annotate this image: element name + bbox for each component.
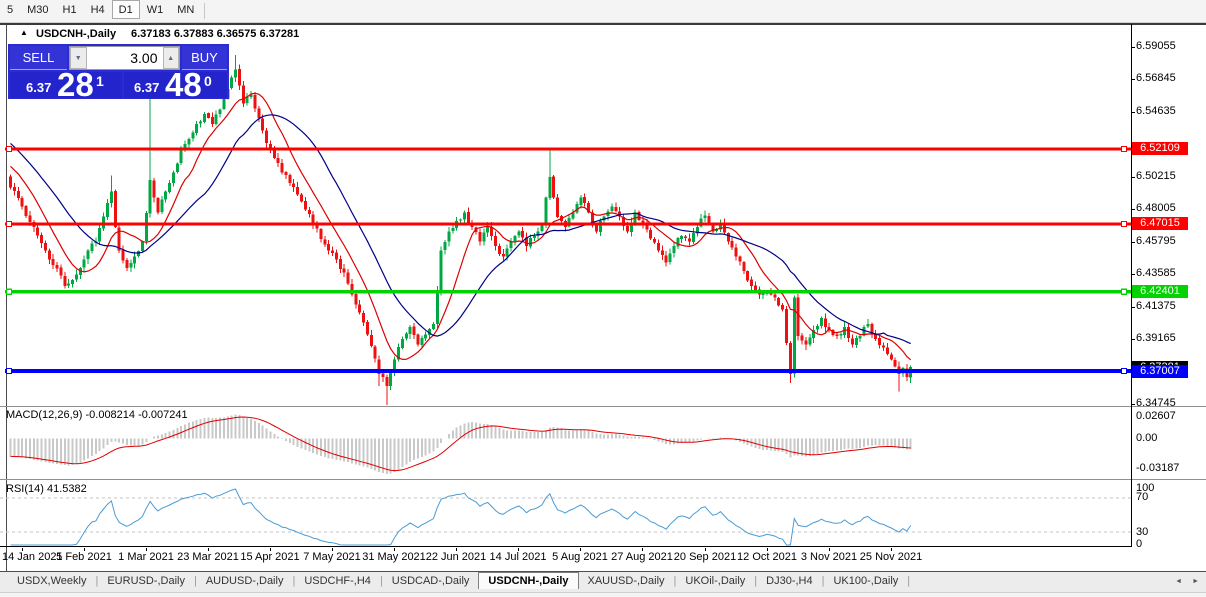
date-axis-label: 12 Oct 2021 [737, 551, 797, 563]
date-axis-label: 22 Jun 2021 [425, 551, 487, 563]
price-tick-label: 6.56845 [1136, 72, 1176, 84]
sell-price-prefix: 6.37 [26, 80, 52, 95]
date-axis-label: 14 Jul 2021 [489, 551, 547, 563]
chart-tab-audusddaily[interactable]: AUDUSD-,Daily [197, 572, 293, 589]
price-tick-mark [1131, 209, 1135, 210]
hline-price-label: 6.37007 [1132, 365, 1188, 378]
hline-price-label: 6.52109 [1132, 142, 1188, 155]
hline-price-label: 6.47015 [1132, 217, 1188, 230]
chart-tab-xauusddaily[interactable]: XAUUSD-,Daily [579, 572, 674, 589]
chart-tab-dj30h4[interactable]: DJ30-,H4 [757, 572, 821, 589]
hline-price-label: 6.42401 [1132, 285, 1188, 298]
timeframe-button-5[interactable]: 5 [0, 0, 20, 19]
chart-ohlc-values: 6.37183 6.37883 6.36575 6.37281 [131, 28, 300, 40]
tab-scroll-right-icon[interactable]: ► [1192, 578, 1199, 585]
sell-price-display[interactable]: 6.37 28 1 [10, 66, 122, 103]
price-tick-mark [1131, 339, 1135, 340]
chart-tab-usdcnhdaily[interactable]: USDCNH-,Daily [478, 572, 579, 589]
rsi-axis-label: 70 [1136, 491, 1149, 503]
timeframe-button-h4[interactable]: H4 [84, 0, 112, 19]
date-axis-label: 3 Nov 2021 [800, 551, 858, 563]
date-axis-label: 5 Feb 2021 [56, 551, 112, 563]
price-tick-label: 6.45795 [1136, 235, 1176, 247]
timeframe-toolbar: 5 M30 H1 H4 D1 W1 MN [0, 0, 1206, 23]
price-tick-label: 6.41375 [1136, 300, 1176, 312]
chart-tab-usdchfh4[interactable]: USDCHF-,H4 [295, 572, 380, 589]
tab-separator: | [907, 575, 911, 587]
chart-window-top-border [0, 23, 1206, 25]
chart-tab-ukoildaily[interactable]: UKOil-,Daily [676, 572, 754, 589]
sell-price-main: 28 [57, 66, 94, 103]
buy-price-prefix: 6.37 [134, 80, 160, 95]
timeframe-button-h1[interactable]: H1 [56, 0, 84, 19]
price-tick-mark [1131, 307, 1135, 308]
price-tick-label: 6.43585 [1136, 267, 1176, 279]
one-click-trading-panel: SELL ▼ ▲ BUY 6.37 28 1 6.37 48 0 [8, 44, 229, 103]
price-tick-mark [1131, 112, 1135, 113]
price-tick-mark [1131, 404, 1135, 405]
price-tick-mark [1131, 274, 1135, 275]
price-tick-label: 6.39165 [1136, 332, 1176, 344]
date-axis-label: 20 Sep 2021 [673, 551, 737, 563]
date-axis-label: 14 Jan 2021 [2, 551, 63, 563]
volume-input[interactable] [86, 47, 163, 69]
bottom-strip [0, 592, 1206, 597]
price-tick-mark [1131, 47, 1135, 48]
price-tick-mark [1131, 177, 1135, 178]
price-tick-label: 6.54635 [1136, 105, 1176, 117]
chart-tab-uk100daily[interactable]: UK100-,Daily [824, 572, 907, 589]
date-axis-label: 25 Nov 2021 [859, 551, 923, 563]
chart-tab-eurusddaily[interactable]: EURUSD-,Daily [98, 572, 194, 589]
macd-axis-label: 0.02607 [1136, 410, 1176, 422]
chart-symbol-title: USDCNH-,Daily [36, 28, 117, 40]
price-tick-label: 6.59055 [1136, 40, 1176, 52]
price-tick-mark [1131, 79, 1135, 80]
price-tick-mark [1131, 242, 1135, 243]
date-axis-label: 7 May 2021 [303, 551, 361, 563]
chart-tab-usdxweekly[interactable]: USDX,Weekly [8, 572, 95, 589]
rsi-label: RSI(14) 41.5382 [6, 483, 87, 495]
macd-label: MACD(12,26,9) -0.008214 -0.007241 [6, 409, 188, 421]
chart-title-row: ▲ USDCNH-,Daily 6.37183 6.37883 6.36575 … [0, 28, 1120, 42]
date-axis-label: 15 Apr 2021 [240, 551, 300, 563]
collapse-panel-icon[interactable]: ▲ [20, 28, 28, 37]
mt4-chart-window: 5 M30 H1 H4 D1 W1 MN ▲ USDCNH-,Daily 6.37183 6… [0, 0, 1206, 597]
rsi-axis-label: 0 [1136, 538, 1143, 550]
date-axis-label: 5 Aug 2021 [552, 551, 608, 563]
rsi-indicator-chart[interactable] [0, 480, 1131, 547]
chart-tab-usdcaddaily[interactable]: USDCAD-,Daily [383, 572, 479, 589]
buy-price-display[interactable]: 6.37 48 0 [124, 66, 227, 103]
sell-price-pip: 1 [96, 73, 104, 89]
date-axis-label: 23 Mar 2021 [177, 551, 239, 563]
macd-axis-label: -0.03187 [1136, 462, 1180, 474]
tab-scroll-left-icon[interactable]: ◄ [1175, 578, 1182, 585]
macd-axis-label: 0.00 [1136, 432, 1158, 444]
timeframe-button-d1[interactable]: D1 [111, 0, 140, 19]
timeframe-button-w1[interactable]: W1 [140, 0, 171, 19]
chart-tab-bar: USDX,Weekly | EURUSD-,Daily | AUDUSD-,Daily |… [0, 571, 1206, 592]
buy-price-pip: 0 [204, 73, 212, 89]
timeframe-button-mn[interactable]: MN [170, 0, 201, 19]
price-tick-label: 6.50215 [1136, 170, 1176, 182]
toolbar-separator [204, 3, 206, 19]
date-axis-label: 31 May 2021 [362, 551, 426, 563]
timeframe-button-m30[interactable]: M30 [20, 0, 55, 19]
buy-price-main: 48 [165, 66, 202, 103]
price-tick-label: 6.34745 [1136, 397, 1176, 409]
date-axis-label: 27 Aug 2021 [611, 551, 673, 563]
price-tick-label: 6.48005 [1136, 202, 1176, 214]
date-axis-label: 1 Mar 2021 [118, 551, 174, 563]
